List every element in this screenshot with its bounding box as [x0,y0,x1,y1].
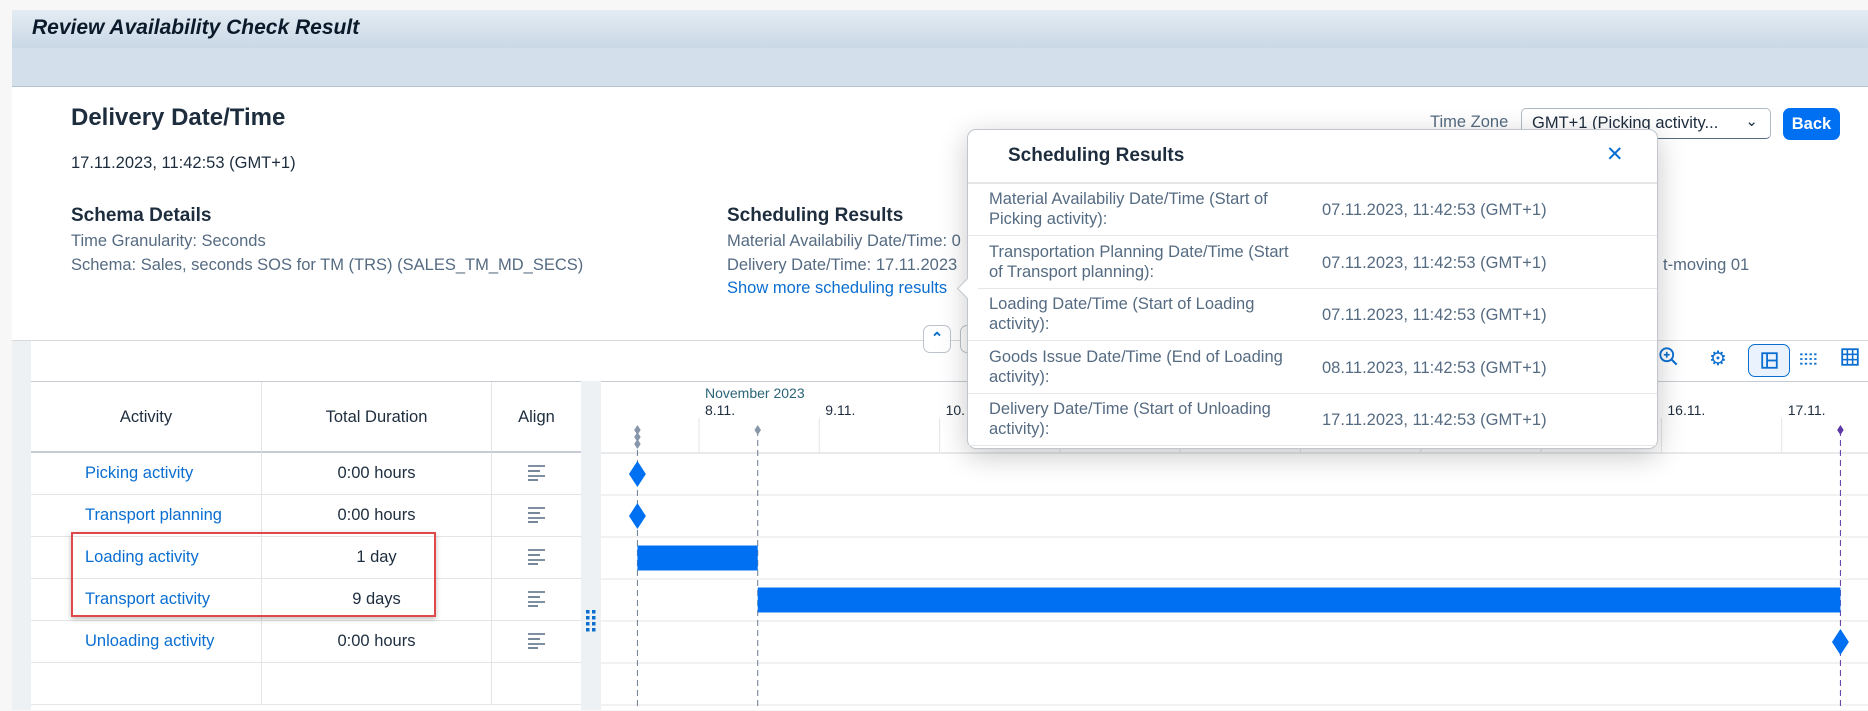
tick-label: 16.11. [1667,402,1705,418]
popover-header: Scheduling Results ✕ [968,130,1657,184]
gantt-milestone[interactable] [1831,629,1849,655]
align-left-icon [528,633,545,649]
result-value: 07.11.2023, 11:42:53 (GMT+1) [1322,306,1547,324]
chevron-down-icon: ⌄ [1745,113,1758,130]
title-bar: Review Availability Check Result [12,10,1868,49]
result-value: 08.11.2023, 11:42:53 (GMT+1) [1322,358,1547,377]
page-title: Delivery Date/Time [71,104,286,131]
empty-row [31,663,581,705]
highlight-box [71,532,436,617]
table-icon[interactable] [1836,346,1864,374]
scheduling-result-row: Loading Date/Time (Start of Loading acti… [968,289,1657,341]
chevron-up-icon: ⌃ [930,330,944,347]
back-button[interactable]: Back [1783,108,1840,140]
scheduling-result-row: Delivery Date/Time (Start of Unloading a… [968,394,1657,446]
tick-label: 8.11. [705,402,735,418]
align-button[interactable] [492,495,581,536]
collapse-header-button[interactable]: ⌃ [923,325,951,353]
left-strip [12,340,31,710]
scheduling-result-row: Goods Issue Date/Time (End of Loading ac… [968,342,1657,394]
layout-icon [1761,352,1778,369]
window-title: Review Availability Check Result [32,16,360,39]
result-label: Transportation Planning Date/Time (Start… [989,242,1289,281]
third-column-text: t-moving 01 [1663,256,1750,274]
scheduling-results-title: Scheduling Results [727,205,904,226]
align-left-icon [528,465,545,481]
settings-icon[interactable]: ⚙ [1704,345,1732,373]
table-row[interactable]: Unloading activity 0:00 hours [31,621,581,663]
delivery-line: Delivery Date/Time: 17.11.2023 [727,256,958,274]
layout-toggle-button[interactable] [1748,344,1790,377]
result-label: Goods Issue Date/Time (End of Loading ac… [989,347,1283,386]
dotted-lines-icon[interactable] [1795,346,1823,374]
align-button[interactable] [492,579,581,620]
toolbar-strip [12,48,1868,87]
align-button[interactable] [492,453,581,494]
scheduling-results-popover: Scheduling Results ✕ Material Availabili… [956,129,1658,449]
align-left-icon [528,549,545,565]
delivery-datetime: 17.11.2023, 11:42:53 (GMT+1) [71,154,296,172]
header-milestone-marker[interactable] [754,425,761,435]
table-row[interactable]: Picking activity 0:00 hours [31,453,581,495]
splitter[interactable] [581,381,601,710]
result-label: Loading Date/Time (Start of Loading acti… [989,295,1255,333]
align-button[interactable] [492,537,581,578]
align-left-icon [528,507,545,523]
close-icon[interactable]: ✕ [1606,142,1624,167]
duration-cell: 0:00 hours [262,453,492,494]
material-availability-line: Material Availabiliy Date/Time: 0 [727,232,961,250]
gantt-bar[interactable] [757,587,1841,613]
result-value: 17.11.2023, 11:42:53 (GMT+1) [1322,411,1547,429]
column-header-activity[interactable]: Activity [31,382,262,453]
zoom-in-icon[interactable] [1654,346,1682,374]
gantt-milestone[interactable] [628,503,646,529]
app-window: Review Availability Check Result Deliver… [0,0,1868,710]
delivery-milestone-marker[interactable] [1837,425,1844,435]
scheduling-result-row: Material Availabiliy Date/Time (Start of… [968,184,1657,236]
activity-link[interactable]: Unloading activity [31,621,262,662]
result-label: Material Availabiliy Date/Time (Start of… [989,190,1268,228]
tick-label: 10. [946,402,965,418]
header-milestone-marker[interactable] [634,439,641,449]
month-label: November 2023 [705,385,805,401]
schema-granularity: Time Granularity: Seconds [71,232,266,250]
activity-link[interactable]: Transport planning [31,495,262,536]
duration-cell: 0:00 hours [262,621,492,662]
column-header-total-duration[interactable]: Total Duration [262,382,492,453]
schema-details-title: Schema Details [71,205,212,226]
gantt-bar[interactable] [637,545,758,571]
schema-name: Schema: Sales, seconds SOS for TM (TRS) … [71,256,584,274]
scheduling-result-row: Transportation Planning Date/Time (Start… [968,237,1657,289]
tick-label: 9.11. [825,402,855,418]
table-row[interactable]: Transport planning 0:00 hours [31,495,581,537]
gantt-milestone[interactable] [628,461,646,487]
result-label: Delivery Date/Time (Start of Unloading a… [989,400,1271,438]
duration-cell: 0:00 hours [262,495,492,536]
show-more-scheduling-link[interactable]: Show more scheduling results [727,276,947,300]
result-value: 07.11.2023, 11:42:53 (GMT+1) [1322,253,1547,272]
tick-label: 17.11. [1788,402,1826,418]
activity-link[interactable]: Picking activity [31,453,262,494]
align-button[interactable] [492,621,581,662]
align-left-icon [528,591,545,607]
result-value: 07.11.2023, 11:42:53 (GMT+1) [1322,201,1547,219]
drag-handle-icon[interactable] [586,610,596,632]
column-header-align[interactable]: Align [492,382,581,453]
popover-title: Scheduling Results [1008,145,1185,166]
